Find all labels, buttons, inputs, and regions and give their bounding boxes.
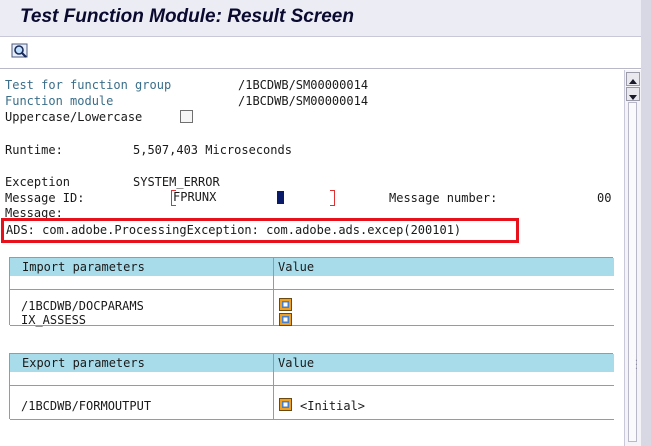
export-parameters-table: Export parameters Value /1BCDWB/FORMOUTP… [9, 353, 614, 420]
exception-label: Exception [5, 175, 71, 189]
message-id-field[interactable]: FPRUNX [171, 190, 335, 206]
export-value-col-header: Value [278, 356, 315, 370]
import-table-header: Import parameters Value [10, 258, 614, 276]
window-title: Test Function Module: Result Screen [20, 6, 354, 27]
table-row: /1BCDWB/FORMOUTPUT [21, 399, 152, 413]
scroll-thumb[interactable]: · · · [628, 102, 639, 442]
table-row: /1BCDWB/DOCPARAMS [21, 299, 144, 313]
uppercase-label: Uppercase/Lowercase [5, 110, 143, 124]
grip-dots-icon: · · · [634, 356, 639, 373]
scroll-down-button[interactable] [626, 87, 640, 101]
result-content: Test for function group /1BCDWB/SM000000… [0, 70, 622, 446]
import-value-col-header: Value [278, 260, 315, 274]
magnifier-icon[interactable] [10, 41, 30, 61]
runtime-value: 5,507,403 Microseconds [133, 143, 292, 157]
message-id-value: FPRUNX [173, 190, 217, 204]
text-cursor [277, 191, 284, 204]
window-border [641, 0, 651, 446]
import-parameters-table: Import parameters Value /1BCDWB/DOCPARAM… [9, 257, 614, 327]
message-text: ADS: com.adobe.ProcessingException: com.… [6, 223, 462, 237]
message-id-label: Message ID: [5, 191, 85, 205]
title-bar: Test Function Module: Result Screen [0, 0, 651, 37]
exception-value: SYSTEM_ERROR [133, 175, 220, 189]
export-col-header: Export parameters [22, 356, 145, 370]
vertical-scrollbar[interactable]: · · · [624, 70, 642, 446]
function-group-label: Test for function group [5, 78, 172, 92]
function-module-value: /1BCDWB/SM00000014 [238, 94, 369, 108]
table-row: IX_ASSESS [21, 313, 87, 327]
uppercase-checkbox[interactable] [180, 110, 193, 123]
edit-value-icon[interactable] [279, 313, 292, 326]
toolbar [0, 37, 651, 69]
function-module-label: Function module [5, 94, 114, 108]
export-table-header: Export parameters Value [10, 354, 614, 372]
message-number-value: 00 [597, 191, 612, 205]
import-col-header: Import parameters [22, 260, 145, 274]
function-group-value: /1BCDWB/SM00000014 [238, 78, 369, 92]
export-value: <Initial> [300, 399, 366, 413]
runtime-label: Runtime: [5, 143, 63, 157]
edit-value-icon[interactable] [279, 298, 292, 311]
message-number-label: Message number: [389, 191, 498, 205]
edit-value-icon[interactable] [279, 398, 292, 411]
scroll-up-button[interactable] [626, 72, 640, 86]
